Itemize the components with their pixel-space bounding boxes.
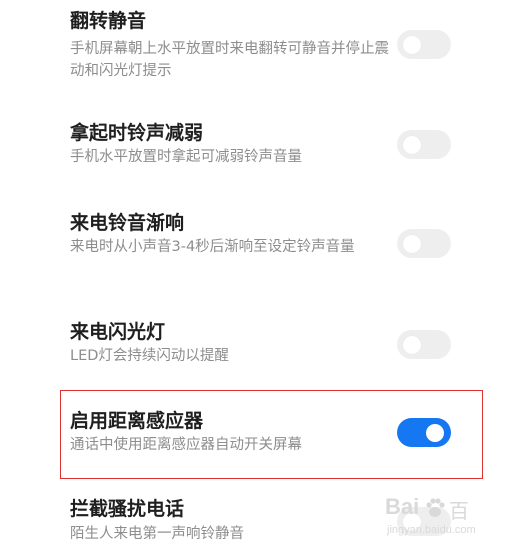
setting-description: 陌生人来电第一声响铃静音 — [70, 526, 244, 542]
ring-crescendo-toggle[interactable] — [397, 229, 451, 258]
toggle-knob — [403, 135, 421, 154]
paw-icon — [426, 498, 445, 517]
watermark-brand-suffix: 百 — [449, 501, 469, 523]
setting-title: 拦截骚扰电话 — [70, 498, 185, 520]
setting-title: 启用距离感应器 — [70, 410, 204, 432]
toggle-knob — [403, 234, 421, 253]
setting-description: 手机水平放置时拿起可减弱铃声音量 — [70, 149, 302, 165]
proximity-sensor-toggle[interactable] — [397, 418, 451, 447]
toggle-knob — [426, 423, 444, 442]
toggle-knob — [403, 35, 421, 54]
flip-mute-toggle[interactable] — [397, 30, 451, 59]
watermark-site: jingyan.baidu.com — [387, 524, 476, 536]
pickup-reduce-toggle[interactable] — [397, 130, 451, 159]
setting-description: 手机屏幕朝上水平放置时来电翻转可静音并停止震动和闪光灯提示 — [70, 41, 389, 79]
flash-alert-toggle[interactable] — [397, 330, 451, 359]
setting-title: 来电铃音渐响 — [70, 212, 185, 234]
watermark-brand: Bai — [385, 494, 420, 519]
setting-title: 翻转静音 — [70, 10, 147, 32]
setting-title: 来电闪光灯 — [70, 321, 166, 343]
toggle-knob — [403, 335, 421, 354]
setting-description: 通话中使用距离感应器自动开关屏幕 — [70, 437, 302, 453]
setting-description: 来电时从小声音3-4秒后渐响至设定铃声音量 — [70, 239, 355, 255]
setting-title: 拿起时铃声减弱 — [70, 122, 204, 144]
baidu-watermark: Bai 百 jingyan.baidu.com — [383, 494, 503, 544]
setting-description: LED灯会持续闪动以提醒 — [70, 348, 229, 364]
